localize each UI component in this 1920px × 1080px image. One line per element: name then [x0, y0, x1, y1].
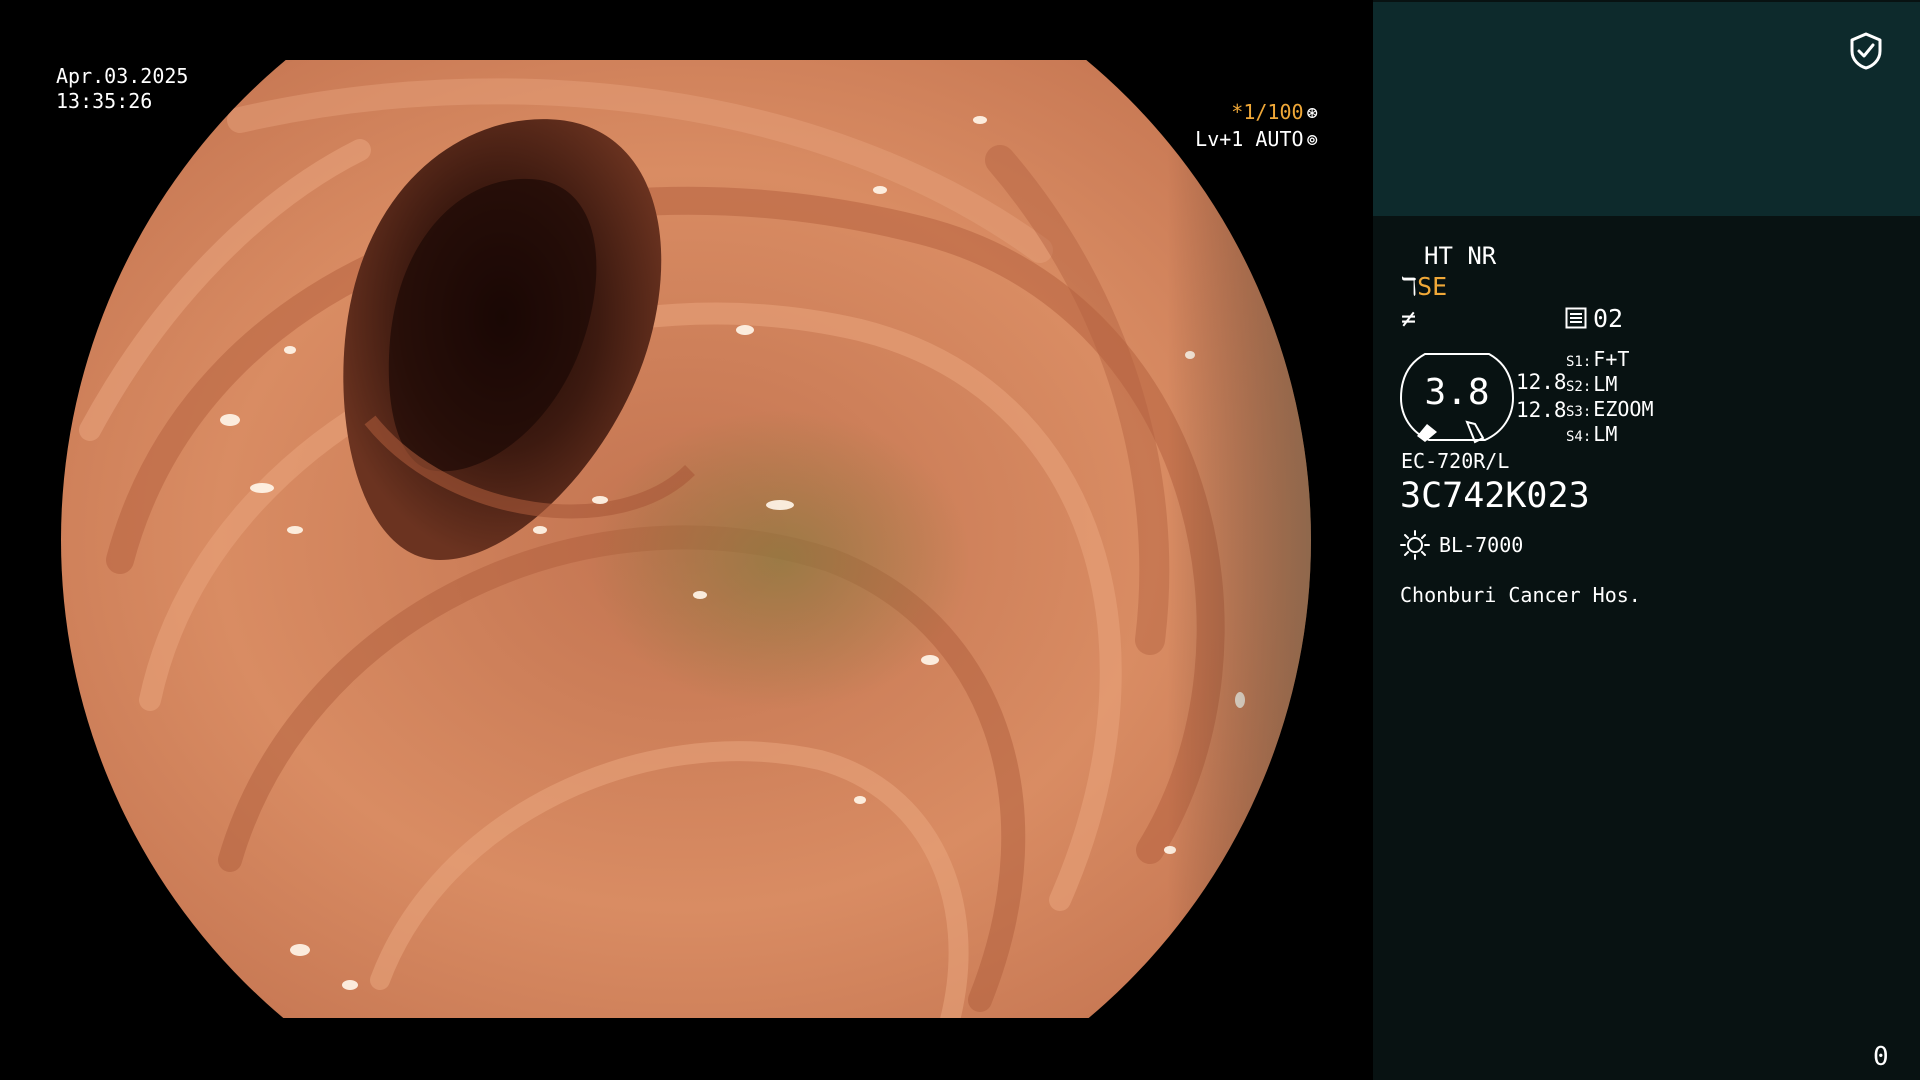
panel-header — [1373, 2, 1920, 216]
scope-model: EC-720R/L — [1401, 449, 1510, 473]
switch-value: F+T — [1593, 347, 1630, 371]
enhancement-label: SE — [1417, 272, 1448, 301]
switch-2: S2: LM — [1566, 372, 1617, 396]
scope-serial: 3C742K023 — [1400, 476, 1590, 516]
exam-time: 13:35:26 — [56, 89, 153, 113]
gamma-icon: ≠ — [1401, 304, 1417, 333]
aperture-icon: ⊛ — [1306, 102, 1318, 124]
parameter-value-1: 12.8 — [1516, 370, 1567, 394]
hospital-name: Chonburi Cancer Hos. — [1400, 583, 1641, 607]
dial-value: 3.8 — [1424, 372, 1490, 413]
shutter-value: *1/100 — [1231, 100, 1304, 124]
parameter-value-2: 12.8 — [1516, 398, 1567, 422]
switch-key: S2: — [1566, 379, 1592, 395]
memory-number: 02 — [1593, 304, 1624, 333]
iris-icon: ⊚ — [1306, 129, 1318, 151]
endoscopic-image — [61, 60, 1311, 1018]
switch-1: S1: F+T — [1566, 347, 1629, 371]
endoscope-view: Apr.03.2025 13:35:26 *1/100 ⊛ Lv+1 AUTO ⊚ — [0, 0, 1373, 1080]
image-counter: 0 — [1873, 1042, 1889, 1072]
switch-4: S4: LM — [1566, 422, 1617, 446]
light-source-label: BL-7000 — [1439, 533, 1524, 557]
structure-enhance-icon: ℸ — [1401, 272, 1418, 301]
switch-3: S3: EZOOM — [1566, 397, 1654, 421]
switch-value: LM — [1593, 422, 1618, 446]
shield-check-icon — [1850, 32, 1882, 70]
shutter-speed: *1/100 ⊛ — [1231, 100, 1318, 126]
level-value: Lv+1 AUTO — [1195, 127, 1304, 151]
switch-key: S3: — [1566, 404, 1592, 420]
brightness-level: Lv+1 AUTO ⊚ — [1195, 127, 1318, 153]
mode-label: HT NR — [1424, 242, 1497, 270]
memory-icon — [1565, 307, 1587, 329]
switch-key: S1: — [1566, 354, 1592, 370]
info-panel: HT NR ℸSE ≠ 02 3.8 12.8 12.8 S1: F+T S2: L… — [1373, 0, 1920, 1080]
switch-key: S4: — [1566, 429, 1592, 445]
enhancement-row: ℸSE — [1401, 272, 1447, 301]
switch-value: EZOOM — [1593, 397, 1654, 421]
light-source-icon — [1400, 530, 1430, 560]
switch-value: LM — [1593, 372, 1618, 396]
exam-date: Apr.03.2025 — [56, 64, 189, 88]
